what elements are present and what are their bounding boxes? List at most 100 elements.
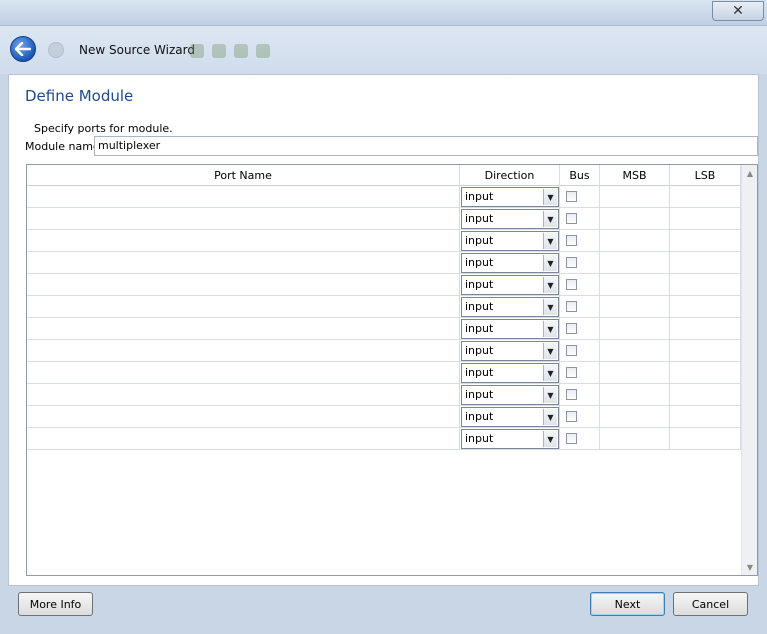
direction-select[interactable]: input ▼ [461,297,559,317]
lsb-cell[interactable] [670,428,741,450]
lsb-cell[interactable] [670,340,741,362]
msb-cell[interactable] [600,230,670,252]
more-info-button[interactable]: More Info [18,592,93,616]
close-button[interactable]: ✕ [712,1,764,21]
direction-value: input [465,256,494,269]
port-name-cell[interactable] [27,428,460,450]
header-port-name[interactable]: Port Name [27,165,460,186]
msb-cell[interactable] [600,318,670,340]
table-row: input ▼ [27,208,741,230]
module-name-label: Module name [25,140,100,153]
chevron-down-icon[interactable]: ▼ [543,189,557,205]
port-name-cell[interactable] [27,296,460,318]
chevron-down-icon[interactable]: ▼ [543,321,557,337]
lsb-cell[interactable] [670,252,741,274]
port-name-cell[interactable] [27,406,460,428]
direction-select[interactable]: input ▼ [461,187,559,207]
header-msb[interactable]: MSB [600,165,670,186]
port-name-cell[interactable] [27,274,460,296]
msb-cell[interactable] [600,252,670,274]
direction-select[interactable]: input ▼ [461,253,559,273]
port-name-cell[interactable] [27,318,460,340]
direction-select[interactable]: input ▼ [461,209,559,229]
table-row: input ▼ [27,318,741,340]
bus-checkbox[interactable] [566,345,577,356]
module-name-input[interactable]: multiplexer [94,136,758,156]
lsb-cell[interactable] [670,362,741,384]
header-bus[interactable]: Bus [560,165,600,186]
msb-cell[interactable] [600,186,670,208]
lsb-cell[interactable] [670,274,741,296]
msb-cell[interactable] [600,274,670,296]
bus-checkbox[interactable] [566,191,577,202]
header-direction[interactable]: Direction [460,165,560,186]
port-name-cell[interactable] [27,208,460,230]
direction-select[interactable]: input ▼ [461,319,559,339]
chevron-down-icon[interactable]: ▼ [543,387,557,403]
direction-cell: input ▼ [460,274,560,296]
direction-cell: input ▼ [460,208,560,230]
msb-cell[interactable] [600,428,670,450]
chevron-down-icon[interactable]: ▼ [543,299,557,315]
port-name-cell[interactable] [27,384,460,406]
next-button[interactable]: Next [590,592,665,616]
direction-cell: input ▼ [460,406,560,428]
port-name-cell[interactable] [27,362,460,384]
direction-select[interactable]: input ▼ [461,341,559,361]
msb-cell[interactable] [600,406,670,428]
header-lsb[interactable]: LSB [670,165,741,186]
lsb-cell[interactable] [670,230,741,252]
port-name-cell[interactable] [27,340,460,362]
msb-cell[interactable] [600,340,670,362]
direction-value: input [465,366,494,379]
cancel-button[interactable]: Cancel [673,592,748,616]
direction-select[interactable]: input ▼ [461,429,559,449]
chevron-down-icon[interactable]: ▼ [543,277,557,293]
bus-checkbox[interactable] [566,367,577,378]
bus-checkbox[interactable] [566,235,577,246]
lsb-cell[interactable] [670,186,741,208]
table-row: input ▼ [27,428,741,450]
lsb-cell[interactable] [670,296,741,318]
lsb-cell[interactable] [670,208,741,230]
chevron-down-icon[interactable]: ▼ [543,431,557,447]
bus-checkbox[interactable] [566,389,577,400]
port-name-cell[interactable] [27,252,460,274]
direction-select[interactable]: input ▼ [461,363,559,383]
direction-select[interactable]: input ▼ [461,231,559,251]
lsb-cell[interactable] [670,384,741,406]
bus-checkbox[interactable] [566,213,577,224]
bus-cell [560,252,600,274]
table-scrollbar[interactable]: ▲ ▼ [741,165,757,575]
direction-select[interactable]: input ▼ [461,275,559,295]
chevron-down-icon[interactable]: ▼ [543,211,557,227]
msb-cell[interactable] [600,384,670,406]
lsb-cell[interactable] [670,318,741,340]
msb-cell[interactable] [600,362,670,384]
msb-cell[interactable] [600,296,670,318]
page-title: Define Module [25,87,134,105]
chevron-down-icon[interactable]: ▼ [543,365,557,381]
port-name-cell[interactable] [27,230,460,252]
bus-checkbox[interactable] [566,301,577,312]
port-table: Port Name Direction Bus MSB LSB input ▼ in… [26,164,758,576]
msb-cell[interactable] [600,208,670,230]
port-name-cell[interactable] [27,186,460,208]
lsb-cell[interactable] [670,406,741,428]
bus-checkbox[interactable] [566,279,577,290]
chevron-down-icon[interactable]: ▼ [543,343,557,359]
direction-cell: input ▼ [460,296,560,318]
chevron-down-icon[interactable]: ▼ [543,409,557,425]
bus-checkbox[interactable] [566,257,577,268]
bus-checkbox[interactable] [566,433,577,444]
scroll-up-icon[interactable]: ▲ [742,165,758,181]
bus-checkbox[interactable] [566,323,577,334]
direction-select[interactable]: input ▼ [461,385,559,405]
scroll-down-icon[interactable]: ▼ [742,559,758,575]
back-button[interactable] [10,36,36,62]
chevron-down-icon[interactable]: ▼ [543,233,557,249]
bus-checkbox[interactable] [566,411,577,422]
direction-select[interactable]: input ▼ [461,407,559,427]
bus-cell [560,406,600,428]
chevron-down-icon[interactable]: ▼ [543,255,557,271]
